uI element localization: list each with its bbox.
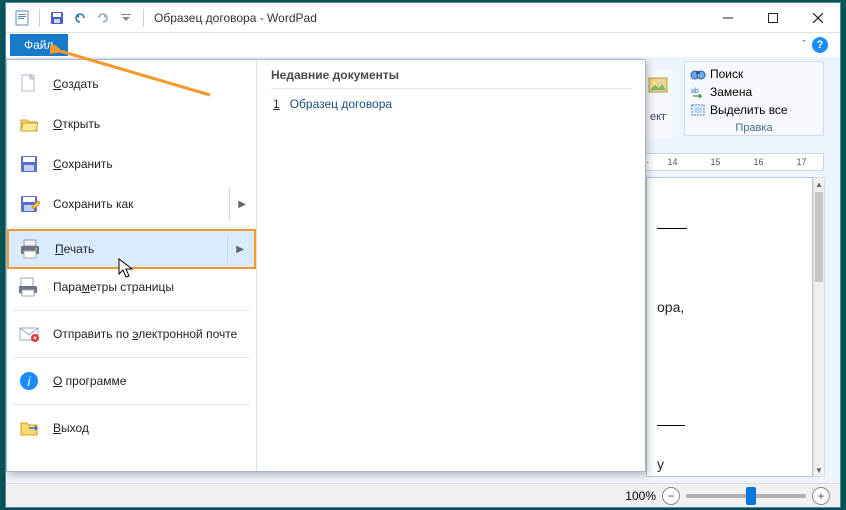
zoom-out-button[interactable]: − [662,487,680,505]
email-icon [17,322,41,346]
select-all-label: Выделить все [710,103,788,117]
select-all-button[interactable]: Выделить все [690,101,818,119]
menu-about[interactable]: i О программе [7,361,256,401]
window-controls [705,3,840,32]
svg-text:ab: ab [691,88,699,95]
menu-label: Печать [55,242,94,256]
menu-label: Открыть [53,117,100,131]
close-button[interactable] [795,3,840,32]
info-icon: i [17,369,41,393]
ribbon-tabs: Файл ˆ ? [6,33,840,57]
printer-icon [19,237,43,261]
save-as-icon [17,192,41,216]
collapse-ribbon-icon[interactable]: ˆ [802,39,806,51]
binoculars-icon [690,66,706,82]
qat-dropdown-icon[interactable] [116,8,136,28]
menu-separator [13,404,250,405]
file-menu-right: Недавние документы 1 Образец договора [257,60,645,471]
find-label: Поиск [710,67,743,81]
recent-documents-title: Недавние документы [271,68,631,89]
editing-group-label: Правка [690,119,818,134]
doc-line: у [657,456,802,472]
submenu-arrow-icon: ▶ [238,199,246,210]
save-icon[interactable] [47,8,67,28]
recent-document-item[interactable]: 1 Образец договора [271,89,631,119]
menu-label: Создать [53,77,99,91]
zoom-slider[interactable] [686,494,806,498]
recent-item-label: Образец договора [290,97,392,111]
menu-label: Выход [53,421,89,435]
file-menu-left: Создать Открыть Сохранить Сохранить как … [7,60,257,471]
replace-icon: ab [690,84,706,100]
minimize-button[interactable] [705,3,750,32]
insert-group-peek: ект [643,69,673,139]
replace-label: Замена [710,85,752,99]
menu-save[interactable]: Сохранить [7,144,256,184]
submenu-arrow-icon: ▶ [236,244,244,255]
workarea: ект Поиск ab Замена Выделить все Правка … [6,57,840,483]
zoom-level: 100% [625,489,656,503]
menu-label: Параметры страницы [53,280,174,294]
menu-exit[interactable]: Выход [7,408,256,448]
ruler[interactable]: · · 14 15 16 17 [638,153,824,171]
open-folder-icon [17,112,41,136]
document-peek[interactable]: ора, у [646,177,813,477]
menu-separator [13,357,250,358]
menu-label: Сохранить как [53,197,133,211]
quick-access-toolbar [12,8,148,28]
menu-new[interactable]: Создать [7,64,256,104]
separator [143,9,144,27]
scroll-thumb[interactable] [815,192,823,282]
file-menu: Создать Открыть Сохранить Сохранить как … [6,59,646,472]
replace-button[interactable]: ab Замена [690,83,818,101]
help-icon[interactable]: ? [812,37,828,53]
statusbar: 100% − + [6,483,840,507]
exit-icon [17,416,41,440]
zoom-slider-thumb[interactable] [746,487,756,505]
find-button[interactable]: Поиск [690,65,818,83]
zoom-in-button[interactable]: + [812,487,830,505]
menu-page-setup[interactable]: Параметры страницы [7,267,256,307]
app-icon[interactable] [12,8,32,28]
maximize-button[interactable] [750,3,795,32]
menu-label: Отправить по электронной почте [53,327,237,341]
menu-separator [13,227,250,228]
select-all-icon [690,102,706,118]
undo-icon[interactable] [70,8,90,28]
menu-print[interactable]: Печать ▶ [7,229,256,269]
doc-line: ора, [657,299,802,315]
menu-separator [13,310,250,311]
vertical-scrollbar[interactable]: ▲ ▼ [813,177,825,477]
menu-label: О программе [53,374,126,388]
redo-icon[interactable] [93,8,113,28]
menu-open[interactable]: Открыть [7,104,256,144]
window-title: Образец договора - WordPad [154,11,317,25]
save-disk-icon [17,152,41,176]
editing-group: Поиск ab Замена Выделить все Правка [684,61,824,136]
titlebar: Образец договора - WordPad [6,3,840,33]
page-setup-icon [17,275,41,299]
menu-send-email[interactable]: Отправить по электронной почте [7,314,256,354]
menu-save-as[interactable]: Сохранить как ▶ [7,184,256,224]
file-tab[interactable]: Файл [10,34,68,56]
menu-label: Сохранить [53,157,113,171]
scroll-down-icon[interactable]: ▼ [814,464,824,476]
separator [39,9,40,27]
insert-group-peek-label: ект [643,111,673,123]
app-window: Образец договора - WordPad Файл ˆ ? ект … [5,2,841,508]
scroll-up-icon[interactable]: ▲ [814,178,824,190]
recent-item-number: 1 [273,97,280,111]
new-doc-icon [17,72,41,96]
